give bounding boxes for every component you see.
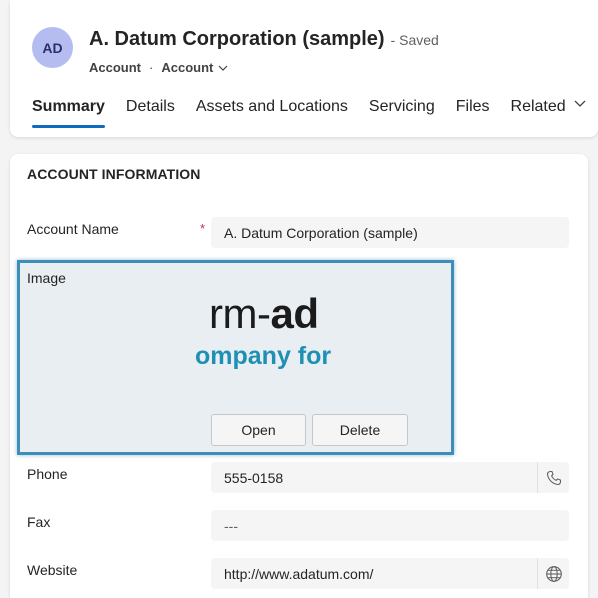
phone-icon: [546, 470, 562, 486]
chevron-down-icon: [218, 65, 228, 71]
entity-type: Account: [89, 60, 141, 75]
website-label: Website: [27, 562, 78, 578]
tab-label: Related: [510, 98, 566, 115]
tab-label: Servicing: [368, 98, 435, 115]
fax-label: Fax: [27, 514, 51, 530]
account-logo-image: rm-ad ompany for: [195, 290, 355, 380]
save-status: - Saved: [390, 32, 439, 48]
tab-assets-and-locations[interactable]: Assets and Locations: [196, 96, 348, 132]
tab-servicing[interactable]: Servicing: [369, 96, 435, 132]
form-selector-label: Account: [161, 60, 214, 75]
subtitle-separator: ·: [149, 60, 154, 75]
title-row: A. Datum Corporation (sample) - Saved: [89, 28, 439, 51]
tab-label: Assets and Locations: [195, 98, 348, 115]
required-marker: *: [200, 221, 206, 236]
tab-label: Details: [125, 98, 175, 115]
record-title: A. Datum Corporation (sample): [89, 28, 385, 50]
fax-value: ---: [224, 517, 238, 534]
image-label: Image: [27, 270, 66, 286]
section-title: ACCOUNT INFORMATION: [27, 166, 201, 182]
tab-summary[interactable]: Summary: [32, 96, 105, 132]
website-field[interactable]: http://www.adatum.com/: [211, 558, 537, 589]
record-subtitle: Account · Account: [89, 60, 228, 75]
avatar: AD: [32, 27, 73, 68]
logo-text-line1: rm-ad: [209, 290, 319, 337]
chevron-down-icon: [574, 100, 586, 107]
tab-bar: Summary Details Assets and Locations Ser…: [32, 96, 598, 132]
account-name-label: Account Name: [27, 221, 119, 237]
tab-details[interactable]: Details: [126, 96, 175, 132]
globe-icon: [545, 565, 563, 583]
phone-field[interactable]: 555-0158: [211, 462, 537, 493]
record-header: AD A. Datum Corporation (sample) - Saved…: [10, 0, 598, 137]
account-information-section: ACCOUNT INFORMATION Account Name * A. Da…: [10, 154, 588, 598]
fax-field[interactable]: ---: [211, 510, 569, 541]
form-selector[interactable]: Account: [161, 60, 228, 75]
open-image-button[interactable]: Open: [211, 414, 306, 446]
tab-files[interactable]: Files: [456, 96, 490, 132]
tab-related[interactable]: Related: [511, 96, 586, 132]
phone-call-button[interactable]: [537, 462, 569, 493]
tab-label: Summary: [32, 98, 105, 115]
phone-label: Phone: [27, 466, 68, 482]
delete-image-button[interactable]: Delete: [312, 414, 408, 446]
open-website-button[interactable]: [537, 558, 569, 589]
tab-label: Files: [455, 98, 490, 115]
logo-text-line2: ompany for: [195, 342, 332, 370]
account-name-field[interactable]: A. Datum Corporation (sample): [211, 217, 569, 248]
image-field[interactable]: Image rm-ad ompany for Open Delete: [17, 260, 454, 455]
